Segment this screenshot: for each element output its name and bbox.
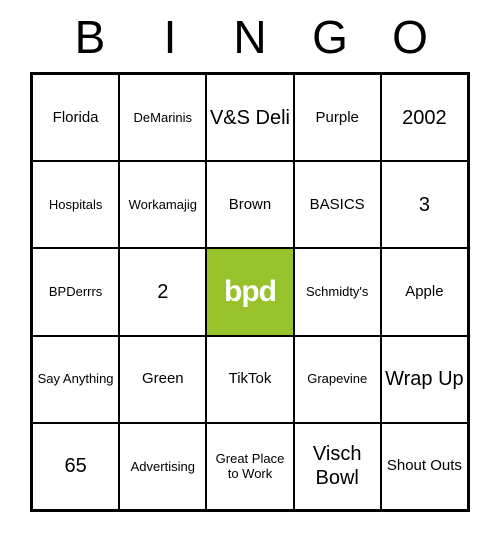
cell-1-1[interactable]: Workamajig xyxy=(119,161,206,248)
bpd-logo-icon: bpd xyxy=(224,274,276,310)
cell-2-3[interactable]: Schmidty's xyxy=(294,248,381,335)
header-letter-b: B xyxy=(50,10,130,64)
cell-2-0[interactable]: BPDerrrs xyxy=(32,248,119,335)
cell-0-2[interactable]: V&S Deli xyxy=(206,74,293,161)
cell-0-3[interactable]: Purple xyxy=(294,74,381,161)
cell-4-3[interactable]: Visch Bowl xyxy=(294,423,381,510)
cell-0-1[interactable]: DeMarinis xyxy=(119,74,206,161)
header-letter-o: O xyxy=(370,10,450,64)
bingo-header: B I N G O xyxy=(30,10,470,64)
cell-4-0[interactable]: 65 xyxy=(32,423,119,510)
cell-1-0[interactable]: Hospitals xyxy=(32,161,119,248)
cell-3-0[interactable]: Say Anything xyxy=(32,336,119,423)
cell-0-4[interactable]: 2002 xyxy=(381,74,468,161)
cell-2-1[interactable]: 2 xyxy=(119,248,206,335)
cell-2-4[interactable]: Apple xyxy=(381,248,468,335)
cell-0-0[interactable]: Florida xyxy=(32,74,119,161)
cell-4-4[interactable]: Shout Outs xyxy=(381,423,468,510)
cell-3-1[interactable]: Green xyxy=(119,336,206,423)
free-space[interactable]: bpd xyxy=(206,248,293,335)
cell-4-1[interactable]: Advertising xyxy=(119,423,206,510)
cell-1-4[interactable]: 3 xyxy=(381,161,468,248)
cell-3-3[interactable]: Grapevine xyxy=(294,336,381,423)
cell-1-3[interactable]: BASICS xyxy=(294,161,381,248)
header-letter-n: N xyxy=(210,10,290,64)
header-letter-g: G xyxy=(290,10,370,64)
cell-3-4[interactable]: Wrap Up xyxy=(381,336,468,423)
cell-1-2[interactable]: Brown xyxy=(206,161,293,248)
cell-4-2[interactable]: Great Place to Work xyxy=(206,423,293,510)
header-letter-i: I xyxy=(130,10,210,64)
cell-3-2[interactable]: TikTok xyxy=(206,336,293,423)
bingo-grid: Florida DeMarinis V&S Deli Purple 2002 H… xyxy=(30,72,470,512)
